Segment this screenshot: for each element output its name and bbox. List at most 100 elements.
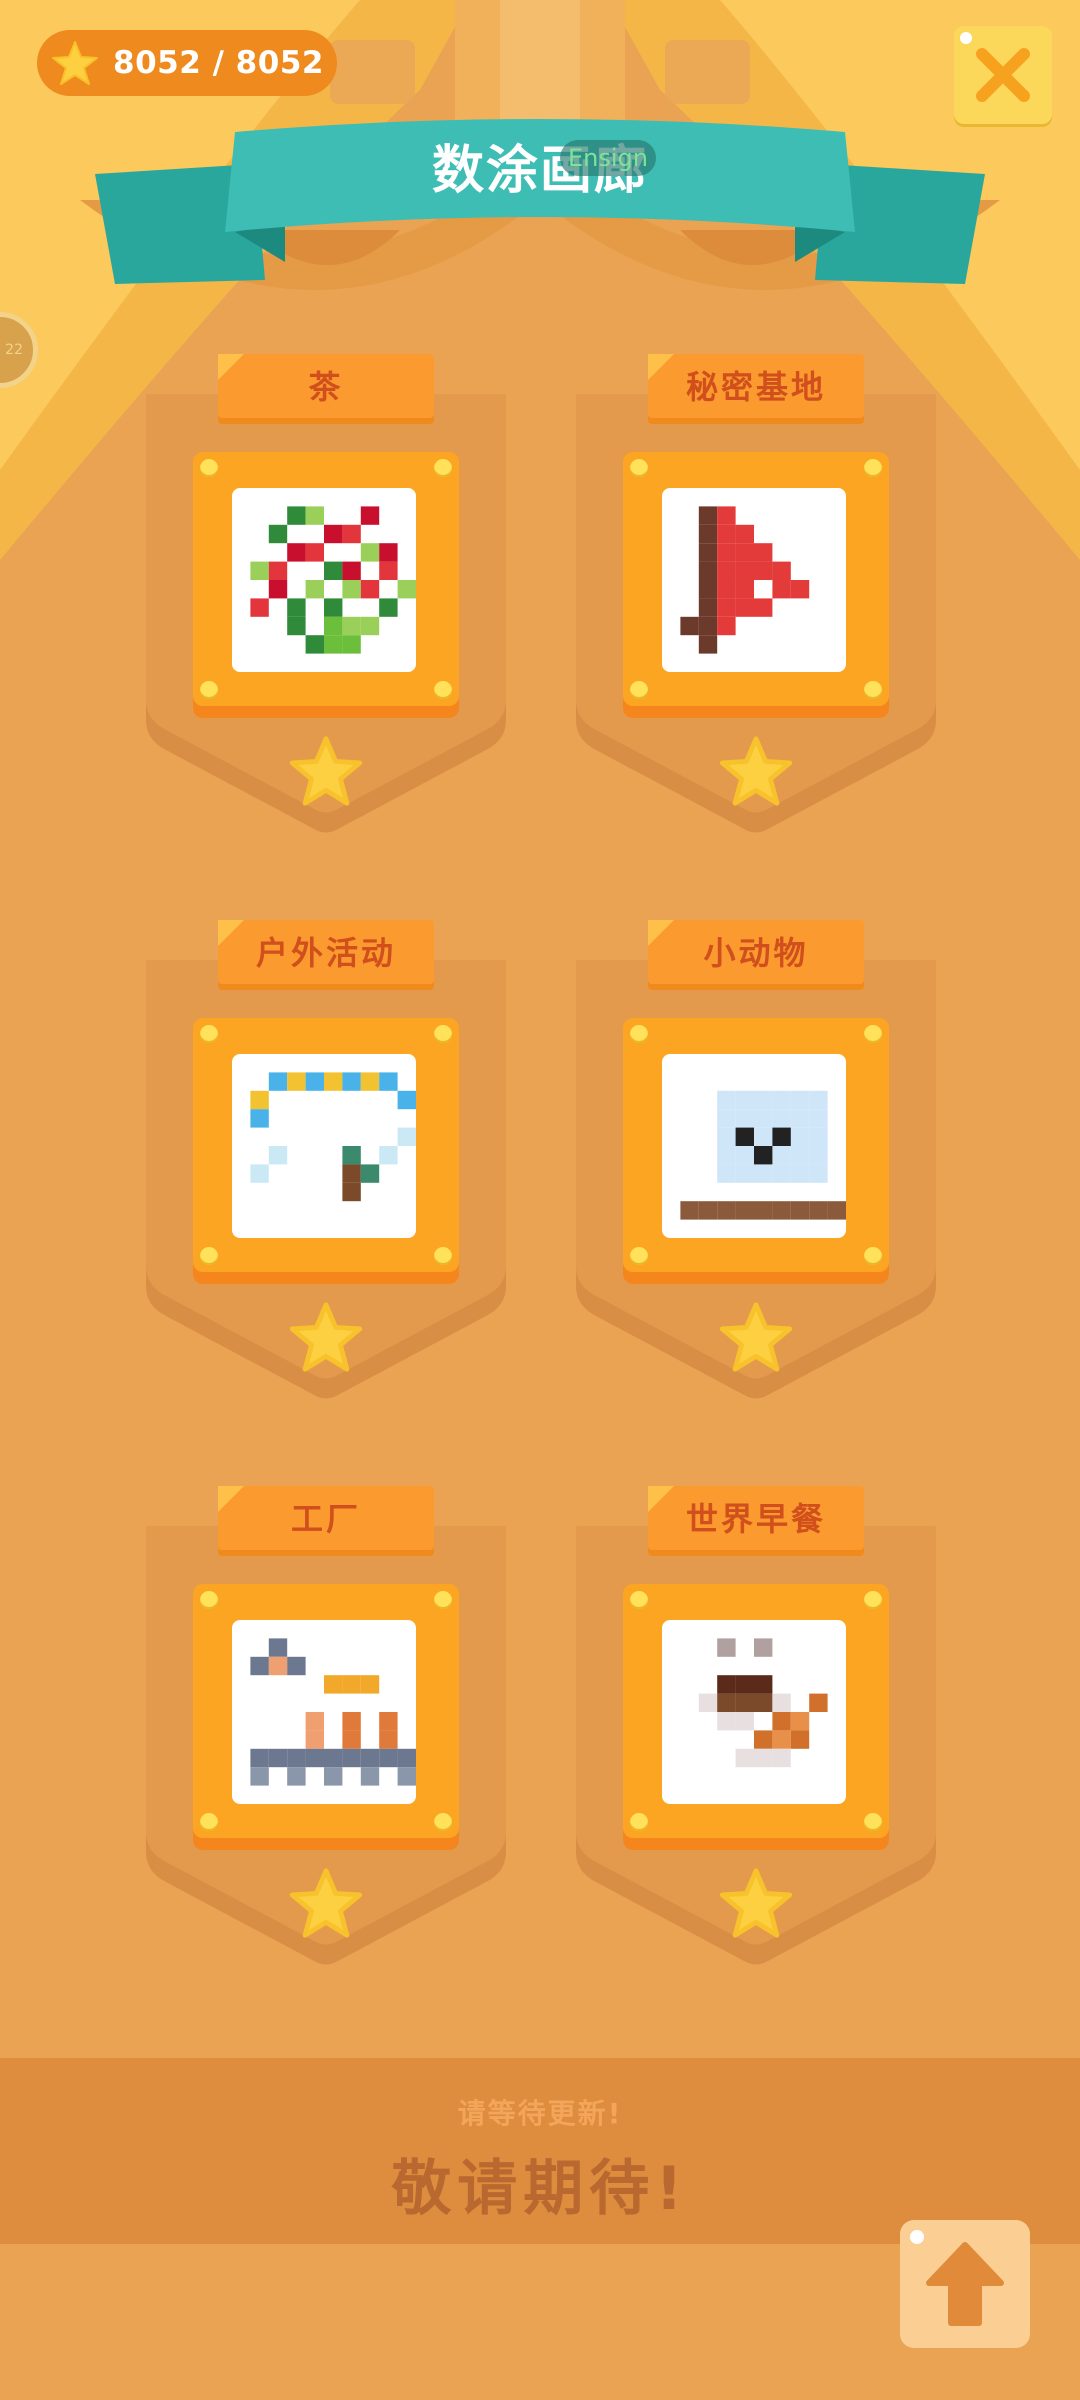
rivet <box>434 459 452 477</box>
pixel <box>717 1164 736 1183</box>
pixel <box>772 580 791 599</box>
pixel <box>305 1730 324 1749</box>
pixel <box>342 561 361 580</box>
pixel <box>342 1748 361 1768</box>
pixel <box>287 1748 306 1768</box>
pixel <box>379 1072 398 1091</box>
scroll-top-button[interactable] <box>900 2220 1030 2348</box>
pixel <box>735 524 754 544</box>
star-icon <box>289 1302 363 1372</box>
pixel <box>717 1712 736 1731</box>
pixel <box>379 1730 398 1749</box>
pixel <box>397 1767 416 1786</box>
pixel <box>717 543 736 562</box>
pixel <box>754 1730 773 1749</box>
rivet <box>200 1591 218 1609</box>
pixel-art-graphic <box>250 506 416 654</box>
pixel <box>287 598 306 617</box>
rivet <box>434 1025 452 1043</box>
pixel <box>698 543 718 562</box>
rivet <box>864 1813 882 1831</box>
pixel <box>305 543 324 562</box>
pixel <box>717 506 736 525</box>
album-label: 工厂 <box>290 1500 361 1538</box>
pixel <box>717 616 736 636</box>
pixel-art-graphic <box>250 1638 416 1786</box>
pixel <box>397 1127 416 1146</box>
pixel <box>754 1748 773 1768</box>
pixel <box>717 524 736 544</box>
pixel <box>268 524 288 544</box>
pixel <box>268 1656 288 1676</box>
pixel <box>268 1748 288 1768</box>
pixel <box>342 1164 361 1183</box>
pixel <box>772 1693 791 1712</box>
pixel <box>772 1127 791 1146</box>
pixel <box>735 1201 754 1220</box>
pixel <box>735 1693 754 1712</box>
close-button[interactable] <box>954 26 1052 124</box>
pixel <box>268 561 288 580</box>
album-label: 茶 <box>308 368 344 406</box>
pixel <box>698 598 718 617</box>
album-card-secret-base[interactable]: 秘密基地 <box>576 354 936 833</box>
pixel <box>717 580 736 599</box>
pixel <box>735 1748 754 1768</box>
pixel <box>772 561 791 580</box>
pixel <box>342 1730 361 1749</box>
pixel <box>342 1712 361 1731</box>
pixel <box>698 524 718 544</box>
pixel <box>735 543 754 562</box>
pixel <box>772 1090 791 1110</box>
pixel <box>698 1201 718 1220</box>
pixel <box>342 635 361 654</box>
rivet <box>630 681 648 699</box>
pixel <box>754 1164 773 1183</box>
pixel <box>324 1675 343 1694</box>
pixel <box>809 1127 828 1146</box>
pixel <box>342 1072 361 1091</box>
pixel <box>754 598 773 617</box>
pixel <box>754 1090 773 1110</box>
pixel <box>790 1730 810 1749</box>
pixel <box>717 1693 736 1712</box>
album-card-small-animals[interactable]: 小动物 <box>576 920 936 1399</box>
pixel <box>360 543 380 562</box>
pixel <box>735 561 754 580</box>
coming-soon-title: 敬请期待! <box>391 2154 689 2224</box>
pixel <box>790 1127 810 1146</box>
pixel <box>735 1146 754 1165</box>
pixel <box>324 1767 343 1786</box>
pixel <box>754 1109 773 1128</box>
pixel-art-graphic <box>680 506 810 654</box>
pixel <box>735 1675 754 1694</box>
hammock-pixel-art <box>232 1054 416 1238</box>
pixel <box>268 580 288 599</box>
pixel <box>717 1638 736 1657</box>
pixel <box>287 1072 306 1091</box>
pixel <box>324 598 343 617</box>
album-card-factory[interactable]: 工厂 <box>146 1486 506 1965</box>
pixel <box>397 1090 416 1110</box>
pixel <box>698 635 718 654</box>
pixel <box>717 1109 736 1128</box>
star-icon <box>719 1868 793 1938</box>
pixel <box>754 1146 773 1165</box>
pixel-art-graphic <box>250 1072 416 1202</box>
pixel <box>680 616 699 636</box>
rivet <box>200 681 218 699</box>
pixel <box>360 506 380 525</box>
album-card-world-breakfast[interactable]: 世界早餐 <box>576 1486 936 1965</box>
pixel <box>287 616 306 636</box>
pixel <box>735 1127 754 1146</box>
pixel <box>397 580 416 599</box>
pixel <box>379 561 398 580</box>
pixel <box>809 1146 828 1165</box>
pixel <box>772 1146 791 1165</box>
title-tag: Ensign <box>560 140 656 176</box>
album-card-outdoor-activity[interactable]: 户外活动 <box>146 920 506 1399</box>
album-card-tea[interactable]: 茶 <box>146 354 506 833</box>
pixel <box>324 1072 343 1091</box>
pixel <box>342 1675 361 1694</box>
pixel <box>772 1712 791 1731</box>
